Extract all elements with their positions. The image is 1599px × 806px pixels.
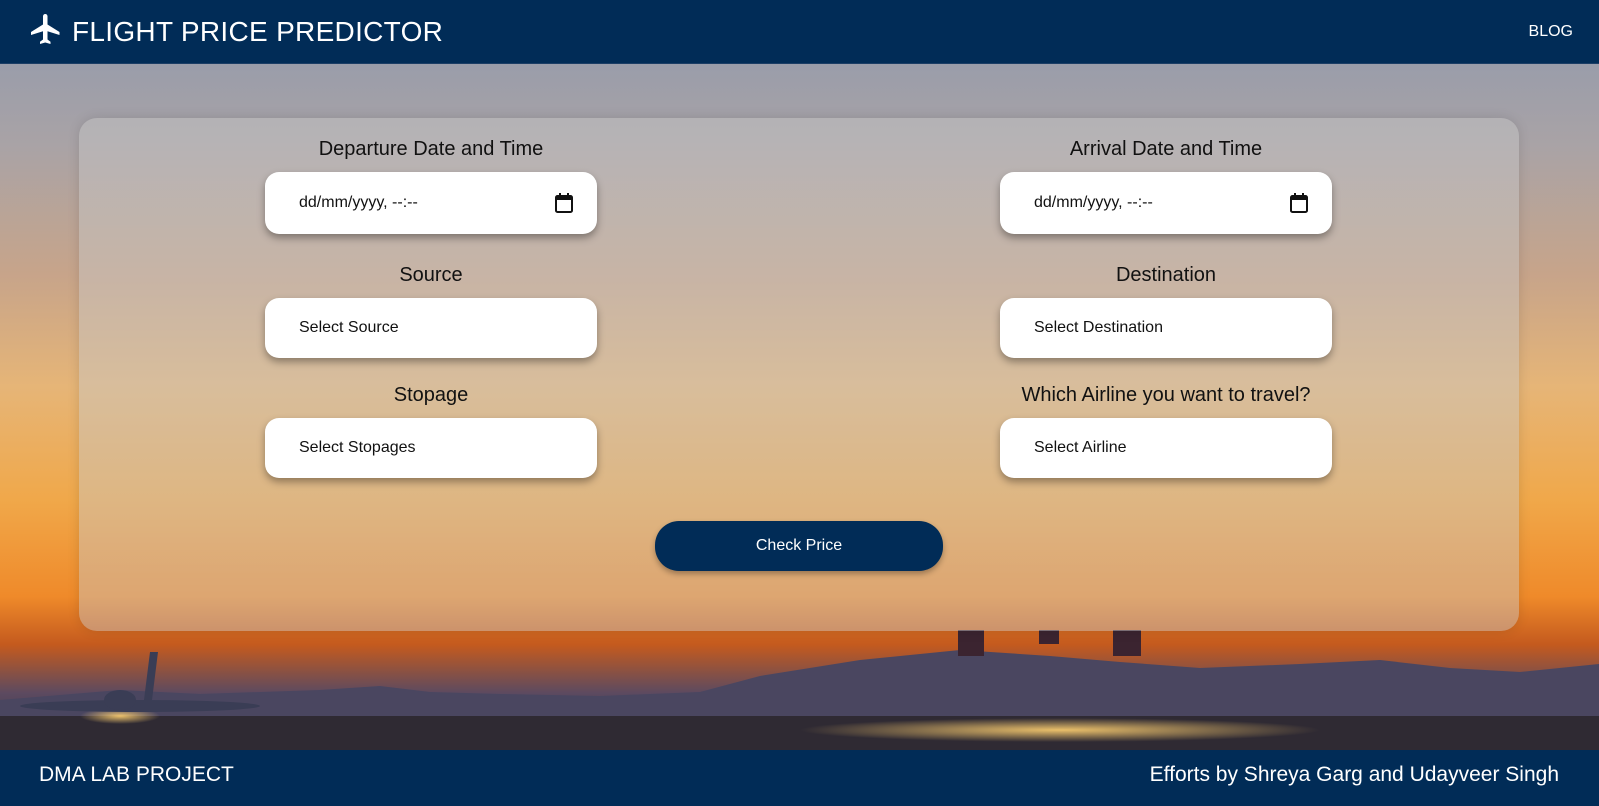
footer-project-label: DMA LAB PROJECT	[39, 763, 234, 786]
top-navbar: FLIGHT PRICE PREDICTOR BLOG	[0, 0, 1599, 64]
stopage-selected-value: Select Stopages	[299, 439, 416, 456]
stopage-field: Stopage Select Stopages	[265, 384, 597, 478]
destination-selected-value: Select Destination	[1034, 319, 1163, 336]
stopage-label: Stopage	[393, 384, 469, 406]
departure-field: Departure Date and Time dd/mm/yyyy, --:-…	[265, 138, 597, 234]
footer: DMA LAB PROJECT Efforts by Shreya Garg a…	[0, 750, 1599, 806]
calendar-icon[interactable]	[1290, 193, 1308, 213]
airline-selected-value: Select Airline	[1034, 439, 1127, 456]
nav-link-blog[interactable]: BLOG	[1529, 23, 1573, 41]
destination-select[interactable]: Select Destination	[1000, 298, 1332, 358]
airplane-icon	[28, 11, 64, 52]
source-label: Source	[399, 264, 463, 286]
calendar-icon[interactable]	[555, 193, 573, 213]
destination-label: Destination	[1115, 264, 1217, 286]
source-select[interactable]: Select Source	[265, 298, 597, 358]
source-field: Source Select Source	[265, 264, 597, 358]
airline-select[interactable]: Select Airline	[1000, 418, 1332, 478]
arrival-datetime-input[interactable]: dd/mm/yyyy, --:--	[1000, 172, 1332, 234]
departure-label: Departure Date and Time	[318, 138, 544, 160]
check-price-button[interactable]: Check Price	[655, 521, 943, 571]
airline-label: Which Airline you want to travel?	[1021, 384, 1311, 406]
arrival-placeholder: dd/mm/yyyy, --:--	[1034, 194, 1153, 211]
brand[interactable]: FLIGHT PRICE PREDICTOR	[28, 11, 443, 52]
footer-credits: Efforts by Shreya Garg and Udayveer Sing…	[1149, 763, 1559, 786]
arrival-label: Arrival Date and Time	[1069, 138, 1263, 160]
airline-field: Which Airline you want to travel? Select…	[1000, 384, 1332, 478]
source-selected-value: Select Source	[299, 319, 399, 336]
stopage-select[interactable]: Select Stopages	[265, 418, 597, 478]
app-title: FLIGHT PRICE PREDICTOR	[72, 15, 444, 47]
destination-field: Destination Select Destination	[1000, 264, 1332, 358]
departure-datetime-input[interactable]: dd/mm/yyyy, --:--	[265, 172, 597, 234]
arrival-field: Arrival Date and Time dd/mm/yyyy, --:--	[1000, 138, 1332, 234]
departure-placeholder: dd/mm/yyyy, --:--	[299, 194, 418, 211]
